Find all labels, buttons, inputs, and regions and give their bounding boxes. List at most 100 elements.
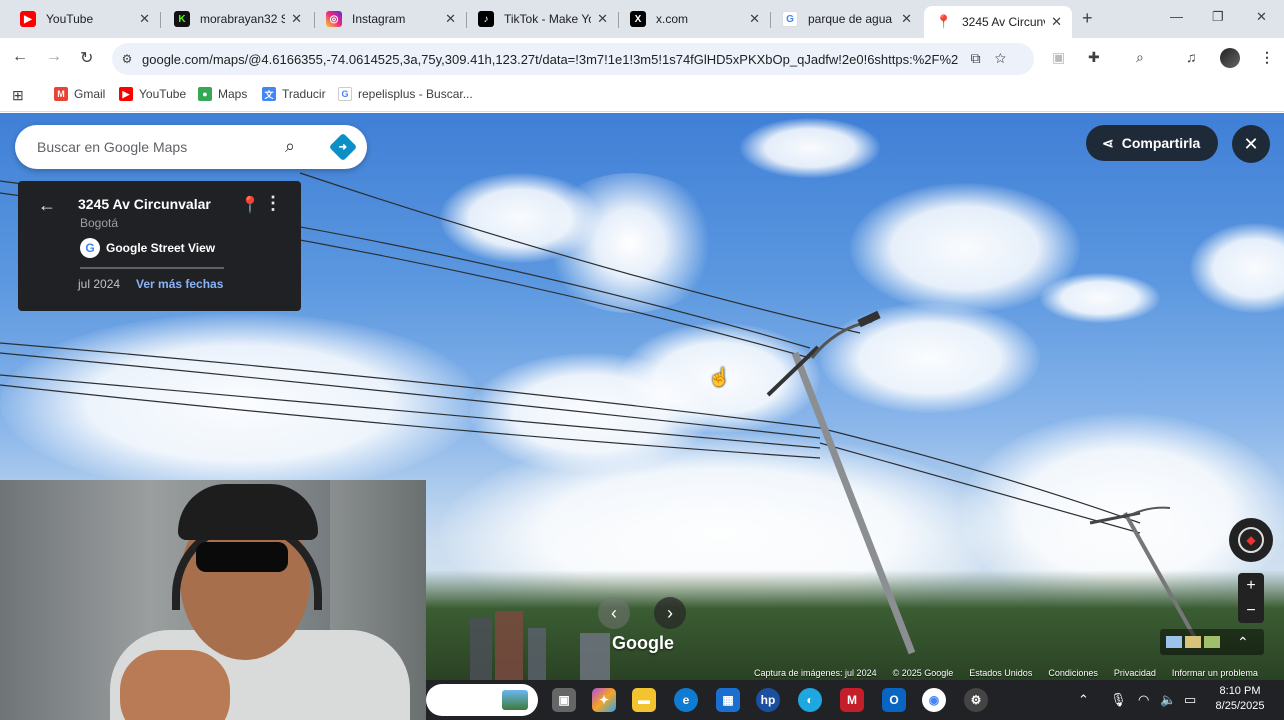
directions-icon[interactable]: ➜ xyxy=(328,132,358,162)
google-icon: G xyxy=(80,238,100,258)
restore-icon[interactable]: ❐ xyxy=(1212,9,1224,25)
youtube-icon: ▶ xyxy=(20,11,36,27)
profile-avatar[interactable] xyxy=(1220,48,1240,68)
place-address: 3245 Av Circunvalar xyxy=(78,196,211,212)
microphone-icon[interactable]: 🎙 xyxy=(1110,692,1127,708)
close-tab-icon[interactable]: ✕ xyxy=(597,11,608,27)
compass-icon: ◆ xyxy=(1238,527,1264,553)
tab-tiktok[interactable]: ♪ TikTok - Make Yo ✕ xyxy=(466,6,618,32)
address-bar[interactable]: ⚙ google.com/maps/@4.6166355,-74.0614525… xyxy=(112,43,1034,75)
close-tab-icon[interactable]: ✕ xyxy=(749,11,760,27)
store-icon[interactable]: ▦ xyxy=(716,688,740,712)
site-info-icon[interactable]: ⚙ xyxy=(112,52,142,66)
tab-kick[interactable]: K morabrayan32 St ✕ xyxy=(162,6,312,32)
privacy-link[interactable]: Privacidad xyxy=(1114,668,1156,678)
street-view-source: G Google Street View xyxy=(80,238,215,258)
nav-arrow-right-icon[interactable]: › xyxy=(654,597,686,629)
nav-arrow-left-icon[interactable]: ‹ xyxy=(598,597,630,629)
taskbar-clock[interactable]: 8:10 PM 8/25/2025 xyxy=(1212,684,1268,714)
extensions-icon[interactable]: ✚ xyxy=(1088,49,1100,66)
browser-toolbar: ← → ↻ ⚙ google.com/maps/@4.6166355,-74.0… xyxy=(0,38,1284,80)
copilot-icon[interactable]: ✦ xyxy=(592,688,616,712)
bookmark-star-icon[interactable]: ☆ xyxy=(995,50,1020,66)
reload-icon[interactable]: ↻ xyxy=(80,48,93,68)
region-link[interactable]: Estados Unidos xyxy=(969,668,1032,678)
tab-maps-active[interactable]: 📍 3245 Av Circunval ✕ xyxy=(924,6,1072,38)
close-street-view-button[interactable]: ✕ xyxy=(1232,125,1270,163)
forward-icon[interactable]: → xyxy=(46,48,62,66)
close-tab-icon[interactable]: ✕ xyxy=(1051,14,1062,30)
close-icon: ✕ xyxy=(1243,133,1259,154)
close-tab-icon[interactable]: ✕ xyxy=(901,11,912,27)
bookmark-maps[interactable]: ● Maps xyxy=(198,87,247,101)
settings-icon[interactable]: ⚙ xyxy=(964,688,988,712)
menu-kebab-icon[interactable]: ⋮ xyxy=(1260,49,1274,66)
install-app-icon[interactable]: ⧉ xyxy=(971,50,995,66)
terms-link[interactable]: Condiciones xyxy=(1048,668,1098,678)
browser-tab-strip: ▶ YouTube ✕ K morabrayan32 St ✕ ◎ Instag… xyxy=(0,0,1284,38)
bookmark-repelisplus[interactable]: G repelisplus - Buscar... xyxy=(338,87,473,101)
compass-control[interactable]: ◆ xyxy=(1229,518,1273,562)
taskbar-search[interactable] xyxy=(426,684,538,716)
tab-google-search[interactable]: G parque de agua ✕ xyxy=(770,6,922,32)
copyright: © 2025 Google xyxy=(892,668,954,678)
layer-thumb[interactable] xyxy=(1204,636,1220,648)
new-tab-button[interactable]: + xyxy=(1082,8,1093,29)
bookmark-youtube[interactable]: ▶ YouTube xyxy=(119,87,186,101)
maps-footer: Captura de imágenes: jul 2024 © 2025 Goo… xyxy=(754,666,1284,680)
app-icon[interactable]: ◐ xyxy=(798,688,822,712)
close-tab-icon[interactable]: ✕ xyxy=(139,11,150,27)
tray-chevron-icon[interactable]: ⌃ xyxy=(1078,692,1089,708)
bookmark-gmail[interactable]: M Gmail xyxy=(54,87,105,101)
tab-youtube[interactable]: ▶ YouTube ✕ xyxy=(8,6,160,32)
volume-icon[interactable]: 🔈 xyxy=(1160,692,1176,708)
bookmark-translate[interactable]: 文 Traducir xyxy=(262,87,326,101)
back-arrow-icon[interactable]: ← xyxy=(38,195,56,216)
see-more-dates-link[interactable]: Ver más fechas xyxy=(136,277,223,291)
tab-divider xyxy=(160,12,161,28)
report-problem-link[interactable]: Informar un problema xyxy=(1172,668,1258,678)
minimize-icon[interactable]: — xyxy=(1170,9,1183,24)
window-close-icon[interactable]: ✕ xyxy=(1256,9,1267,25)
hp-icon[interactable]: hp xyxy=(756,688,780,712)
mcafee-icon[interactable]: M xyxy=(840,688,864,712)
zoom-out-button[interactable]: − xyxy=(1238,598,1264,623)
extension-disabled-icon[interactable]: ▣ xyxy=(1052,49,1065,66)
chrome-icon[interactable]: ◉ xyxy=(922,688,946,712)
back-icon[interactable]: ← xyxy=(12,48,28,66)
more-options-icon[interactable]: ⋮ xyxy=(264,193,282,214)
map-pin-icon[interactable]: 📍 xyxy=(240,195,260,215)
maps-pin-icon: 📍 xyxy=(935,14,953,29)
utility-pole-far xyxy=(1089,506,1197,639)
person-hand xyxy=(120,650,230,720)
wifi-icon[interactable]: ◠ xyxy=(1138,692,1149,708)
clock-time: 8:10 PM xyxy=(1219,685,1261,697)
url-text[interactable]: google.com/maps/@4.6166355,-74.0614525,3… xyxy=(142,52,962,67)
search-icon[interactable]: ⌕ xyxy=(285,136,295,157)
x-icon: X xyxy=(630,11,646,27)
outlook-icon[interactable]: O xyxy=(882,688,906,712)
layers-control[interactable]: ⌃ xyxy=(1160,629,1264,655)
close-tab-icon[interactable]: ✕ xyxy=(445,11,456,27)
edge-icon[interactable]: e xyxy=(674,688,698,712)
maps-search-input[interactable] xyxy=(37,139,267,155)
google-icon: G xyxy=(338,87,352,101)
search-highlight-icon xyxy=(502,690,528,710)
layer-thumb[interactable] xyxy=(1166,636,1182,648)
layer-thumb[interactable] xyxy=(1185,636,1201,648)
tab-search-icon[interactable]: ⌕ xyxy=(1136,49,1144,66)
tab-x[interactable]: X x.com ✕ xyxy=(618,6,770,32)
google-watermark: Google xyxy=(612,633,674,653)
battery-icon[interactable]: ▭ xyxy=(1184,692,1196,708)
task-view-icon[interactable]: ▣ xyxy=(552,688,576,712)
file-explorer-icon[interactable]: ▬ xyxy=(632,688,656,712)
expand-up-icon[interactable]: ⌃ xyxy=(1237,634,1249,651)
close-tab-icon[interactable]: ✕ xyxy=(291,11,302,27)
media-control-icon[interactable]: ♫ xyxy=(1186,49,1197,65)
share-button[interactable]: ⋖ Compartirla xyxy=(1086,125,1218,161)
apps-grid-icon[interactable]: ⊞ xyxy=(12,87,24,104)
imagery-date: Captura de imágenes: jul 2024 xyxy=(754,668,877,678)
zoom-in-button[interactable]: + xyxy=(1238,573,1264,598)
maps-search-box[interactable]: ⌕ ➜ xyxy=(15,125,367,169)
tab-instagram[interactable]: ◎ Instagram ✕ xyxy=(314,6,466,32)
